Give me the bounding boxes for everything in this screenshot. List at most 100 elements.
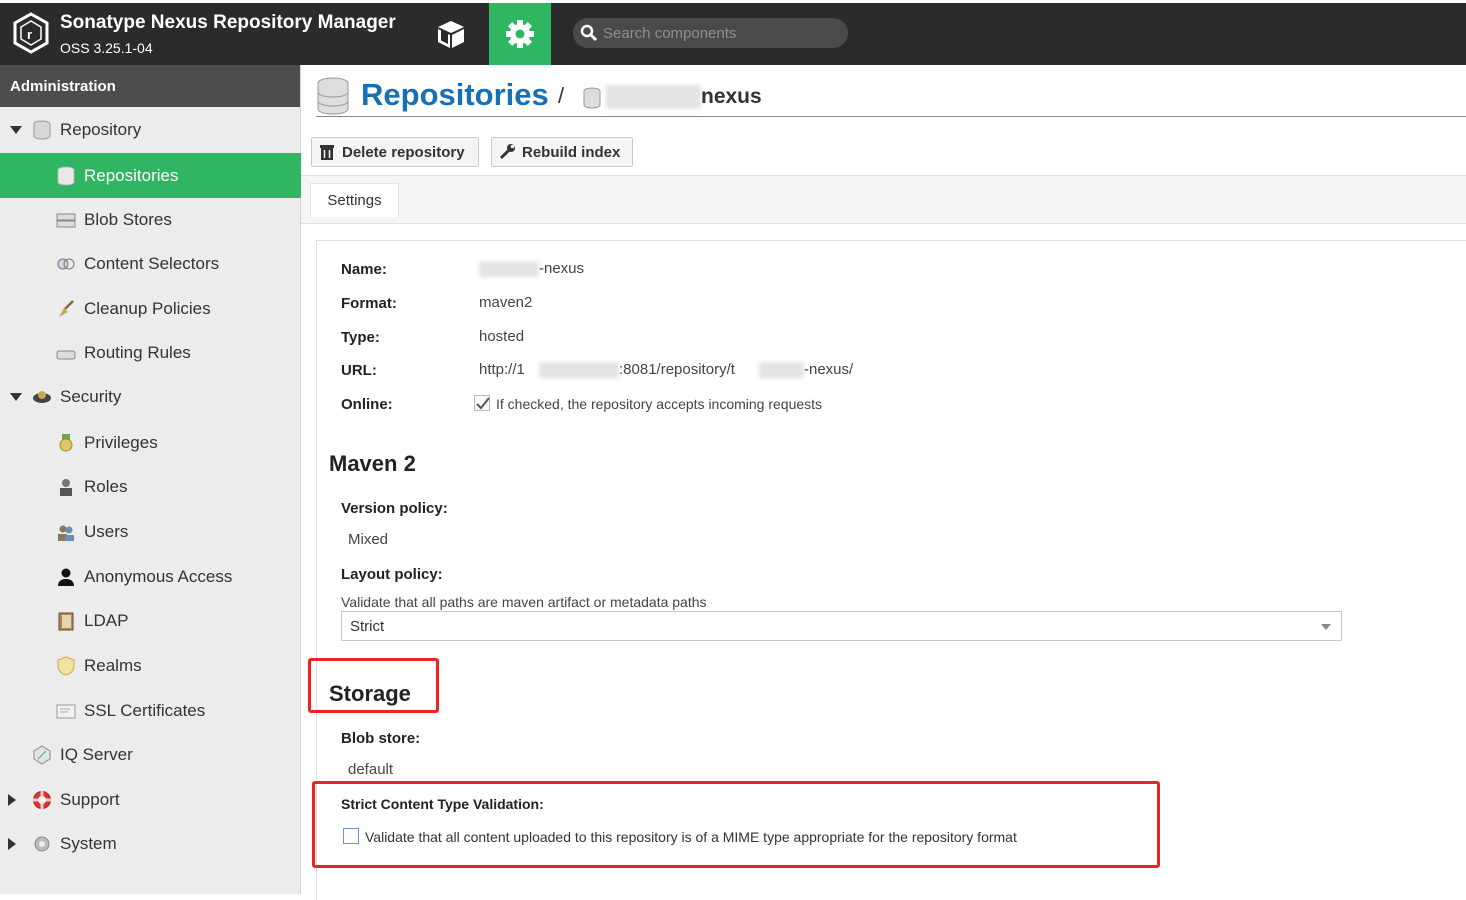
sidebar-item-anonymous-access[interactable]: Anonymous Access xyxy=(0,554,301,599)
sidebar-item-system[interactable]: System xyxy=(0,821,301,866)
sidebar-item-routing-rules[interactable]: Routing Rules xyxy=(0,330,301,375)
sidebar-item-blob-stores[interactable]: Blob Stores xyxy=(0,197,301,242)
check-icon xyxy=(476,397,490,410)
role-icon xyxy=(60,478,72,496)
wrench-icon xyxy=(499,144,515,160)
top-bar: r Sonatype Nexus Repository Manager OSS … xyxy=(0,0,1466,65)
online-checkbox[interactable] xyxy=(474,395,490,411)
redacted-text xyxy=(539,362,619,378)
shield-icon xyxy=(57,655,75,676)
lifebuoy-icon xyxy=(33,790,51,809)
redacted-text xyxy=(479,262,539,277)
sidebar-item-label: IQ Server xyxy=(60,744,133,764)
browse-cube-icon[interactable] xyxy=(420,3,482,65)
sidebar-item-iq-server[interactable]: IQ Server xyxy=(0,732,301,777)
strict-validation-checkbox[interactable] xyxy=(343,828,359,844)
sidebar-item-label: Cleanup Policies xyxy=(84,298,211,318)
sidebar-item-label: Anonymous Access xyxy=(84,566,233,586)
url-suffix: -nexus/ xyxy=(804,361,854,378)
sidebar-item-label: Content Selectors xyxy=(84,253,220,273)
online-help-text: If checked, the repository accepts incom… xyxy=(496,396,823,412)
sidebar-item-label: Roles xyxy=(84,476,128,496)
collapse-arrow-icon[interactable] xyxy=(8,837,16,850)
sidebar-item-label: SSL Certificates xyxy=(84,700,206,720)
layout-policy-help: Validate that all paths are maven artifa… xyxy=(341,594,707,610)
sidebar-item-label: Realms xyxy=(84,655,142,675)
router-icon xyxy=(56,350,76,359)
svg-text:r: r xyxy=(27,27,32,42)
sidebar-item-label: Repository xyxy=(60,119,142,139)
maven-section-heading: Maven 2 xyxy=(329,451,416,476)
sidebar-item-privileges[interactable]: Privileges xyxy=(0,420,301,465)
delete-repository-label: Delete repository xyxy=(342,143,465,161)
sidebar-header: Administration xyxy=(0,65,300,107)
name-label: Name: xyxy=(341,261,387,278)
sidebar-item-cleanup-policies[interactable]: Cleanup Policies xyxy=(0,286,301,331)
sidebar: Administration Repository Repositories B… xyxy=(0,65,301,894)
sidebar-item-label: Users xyxy=(84,521,129,541)
delete-repository-button[interactable]: Delete repository xyxy=(311,137,479,167)
search-input[interactable] xyxy=(603,22,838,44)
settings-panel: Name: -nexus Format: maven2 Type: hosted… xyxy=(308,240,1466,900)
sidebar-item-repository[interactable]: Repository xyxy=(0,107,301,152)
sidebar-item-label: Repositories xyxy=(84,165,179,185)
person-icon xyxy=(58,568,74,586)
sidebar-item-realms[interactable]: Realms xyxy=(0,643,301,688)
database-icon xyxy=(317,77,349,115)
type-label: Type: xyxy=(341,329,380,346)
nexus-logo-icon[interactable]: r xyxy=(12,12,50,54)
blob-store-value: default xyxy=(348,761,394,778)
trash-icon xyxy=(320,145,334,160)
strict-validation-label: Strict Content Type Validation: xyxy=(341,796,544,812)
version-policy-value: Mixed xyxy=(348,531,389,548)
search-box[interactable] xyxy=(573,18,848,48)
expand-arrow-icon[interactable] xyxy=(10,392,22,401)
online-label: Online: xyxy=(341,396,393,413)
sidebar-item-ldap[interactable]: LDAP xyxy=(0,598,301,643)
rebuild-index-label: Rebuild index xyxy=(522,143,621,161)
database-icon xyxy=(583,87,601,109)
sidebar-item-label: Support xyxy=(60,789,120,809)
tab-settings[interactable]: Settings xyxy=(310,183,399,217)
users-icon xyxy=(58,525,74,541)
top-edge xyxy=(0,0,1466,3)
url-middle: :8081/repository/t xyxy=(619,361,735,378)
storage-section-heading: Storage xyxy=(329,681,411,706)
sidebar-item-label: Privileges xyxy=(84,432,158,452)
medal-icon xyxy=(59,433,73,451)
sidebar-item-security[interactable]: Security xyxy=(0,374,301,419)
name-value: -nexus xyxy=(539,260,585,277)
gear-icon xyxy=(34,836,50,851)
sidebar-item-content-selectors[interactable]: Content Selectors xyxy=(0,241,301,286)
redacted-text xyxy=(759,362,804,378)
format-label: Format: xyxy=(341,295,397,312)
rebuild-index-button[interactable]: Rebuild index xyxy=(491,137,633,167)
admin-gear-icon[interactable] xyxy=(489,3,551,65)
sidebar-item-roles[interactable]: Roles xyxy=(0,464,301,509)
breadcrumb-repositories-link[interactable]: Repositories xyxy=(361,77,549,113)
sidebar-item-label: Security xyxy=(60,386,122,406)
database-icon xyxy=(57,166,75,186)
sidebar-item-support[interactable]: Support xyxy=(0,777,301,822)
breadcrumb-repo-name: nexus xyxy=(701,85,762,108)
url-prefix: http://1 xyxy=(479,361,525,378)
sidebar-item-repositories[interactable]: Repositories xyxy=(0,153,301,198)
strict-validation-highlight-box xyxy=(312,781,1160,868)
search-icon xyxy=(580,24,598,42)
layout-policy-value: Strict xyxy=(350,618,385,635)
expand-arrow-icon[interactable] xyxy=(10,125,22,134)
server-icon xyxy=(56,213,76,227)
sidebar-item-ssl-certificates[interactable]: SSL Certificates xyxy=(0,688,301,733)
url-label: URL: xyxy=(341,362,377,379)
chevron-down-icon[interactable] xyxy=(1321,624,1331,630)
app-title: Sonatype Nexus Repository Manager xyxy=(60,12,396,33)
type-value: hosted xyxy=(479,328,525,345)
collapse-arrow-icon[interactable] xyxy=(8,793,16,806)
book-icon xyxy=(58,612,74,630)
broom-icon xyxy=(59,299,74,317)
security-badge-icon xyxy=(33,390,51,403)
layout-policy-select[interactable]: Strict xyxy=(341,611,1342,641)
sidebar-item-users[interactable]: Users xyxy=(0,509,301,554)
blob-store-label: Blob store: xyxy=(341,730,421,747)
tab-bar: Settings xyxy=(301,175,1466,224)
